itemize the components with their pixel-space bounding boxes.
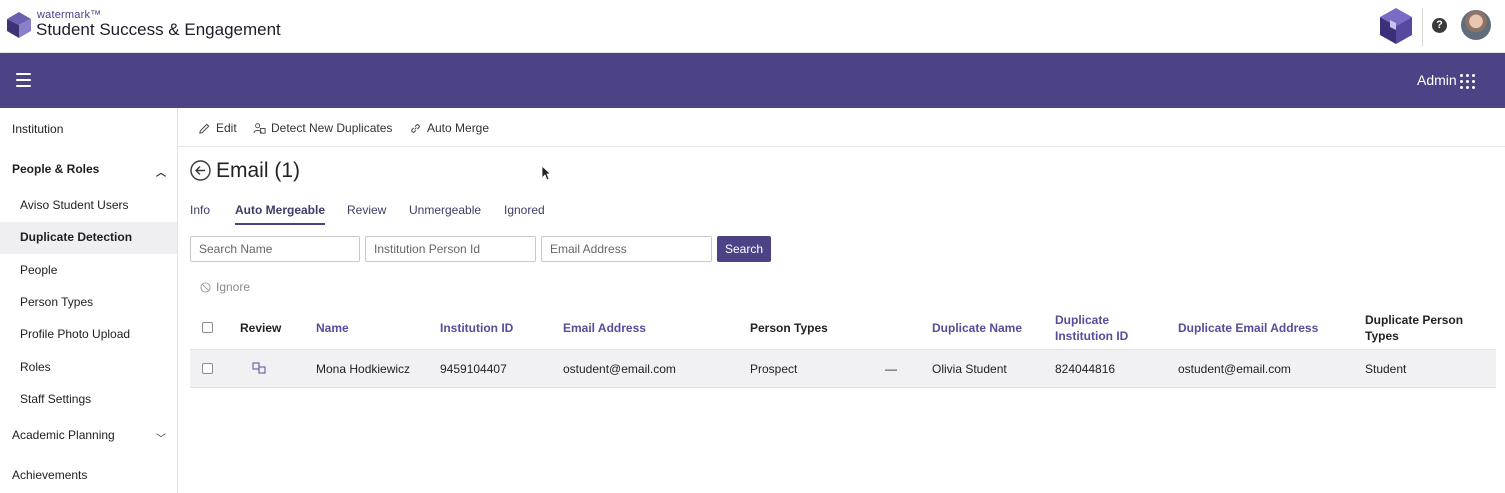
sidebar-item-duplicate-detection[interactable]: Duplicate Detection (0, 222, 177, 254)
column-header-duplicate-person-types: Duplicate Person Types (1365, 313, 1464, 343)
sidebar-item-academic-planning[interactable]: Academic Planning ﹀ (0, 428, 177, 445)
edit-button[interactable]: Edit (198, 121, 237, 135)
sidebar-item-profile-photo-upload[interactable]: Profile Photo Upload (0, 327, 177, 341)
sidebar-item-staff-settings[interactable]: Staff Settings (0, 392, 177, 406)
duplicate-people-icon (253, 122, 266, 134)
cell-duplicate-person-types: Student (1365, 362, 1407, 376)
cell-duplicate-name: Olivia Student (932, 362, 1007, 376)
detect-new-duplicates-button[interactable]: Detect New Duplicates (253, 121, 392, 135)
column-header-duplicate-institution-id[interactable]: Duplicate Institution ID (1055, 312, 1128, 344)
user-avatar[interactable] (1461, 10, 1491, 40)
sidebar-item-people-roles[interactable]: People & Roles ︿ (0, 162, 177, 179)
back-arrow-icon[interactable] (190, 160, 211, 181)
cell-name: Mona Hodkiewicz (316, 362, 411, 376)
ban-icon (200, 281, 211, 293)
cell-person-types: Prospect (750, 362, 798, 376)
top-header: watermark™ Student Success & Engagement … (0, 0, 1505, 53)
tab-ignored[interactable]: Ignored (504, 203, 545, 225)
cell-email: ostudent@email.com (563, 362, 676, 376)
sidebar-item-person-types[interactable]: Person Types (0, 295, 177, 309)
column-header-duplicate-name[interactable]: Duplicate Name (932, 320, 1022, 336)
column-header-name[interactable]: Name (316, 320, 349, 336)
sidebar-item-roles[interactable]: Roles (0, 360, 177, 374)
app-grid-icon[interactable] (1460, 74, 1475, 89)
sidebar-item-aviso-student-users[interactable]: Aviso Student Users (0, 198, 177, 212)
app-title: Student Success & Engagement (36, 20, 281, 39)
column-header-email[interactable]: Email Address (563, 320, 646, 336)
cell-duplicate-institution-id: 824044816 (1055, 362, 1116, 376)
sidebar-item-institution[interactable]: Institution (0, 122, 177, 136)
auto-merge-button[interactable]: Auto Merge (409, 121, 489, 135)
tab-review[interactable]: Review (347, 203, 386, 225)
ignore-button[interactable]: Ignore (200, 280, 250, 294)
tab-auto-mergeable[interactable]: Auto Mergeable (235, 203, 326, 225)
sidebar-item-people[interactable]: People (0, 263, 177, 277)
hamburger-menu-icon[interactable] (16, 73, 31, 87)
tab-info[interactable]: Info (190, 203, 210, 225)
action-toolbar: Edit Detect New Duplicates Auto Merge (178, 108, 1505, 147)
search-button[interactable]: Search (717, 236, 771, 262)
chevron-up-icon: ︿ (156, 168, 166, 179)
cell-separator-dash: — (885, 362, 897, 376)
sidebar-item-achievements[interactable]: Achievements (0, 468, 177, 482)
tab-unmergeable[interactable]: Unmergeable (409, 203, 481, 225)
admin-label[interactable]: Admin (1417, 72, 1457, 88)
watermark-logo-icon (7, 12, 31, 38)
header-divider (1422, 8, 1423, 46)
institution-person-id-input[interactable] (365, 236, 536, 262)
sidebar: Institution People & Roles ︿ Aviso Stude… (0, 108, 178, 493)
chevron-down-icon: ﹀ (156, 434, 166, 445)
pencil-icon (199, 123, 210, 134)
row-checkbox[interactable] (202, 363, 213, 374)
mouse-cursor-icon (541, 165, 551, 181)
select-all-checkbox[interactable] (202, 322, 213, 333)
email-address-input[interactable] (541, 236, 712, 262)
page-title: Email (1) (216, 159, 301, 182)
search-name-input[interactable] (190, 236, 360, 262)
review-compare-icon[interactable] (252, 362, 266, 374)
watermark-cube-icon[interactable] (1380, 8, 1412, 44)
help-icon[interactable]: ? (1432, 18, 1447, 33)
cell-institution-id: 9459104407 (440, 362, 507, 376)
column-header-review: Review (240, 321, 282, 335)
cell-duplicate-email: ostudent@email.com (1178, 362, 1291, 376)
column-header-person-types: Person Types (750, 321, 828, 335)
column-header-duplicate-email[interactable]: Duplicate Email Address (1178, 320, 1318, 336)
nav-bar: Admin (0, 53, 1505, 108)
link-icon (411, 123, 420, 133)
column-header-institution-id[interactable]: Institution ID (440, 320, 513, 336)
